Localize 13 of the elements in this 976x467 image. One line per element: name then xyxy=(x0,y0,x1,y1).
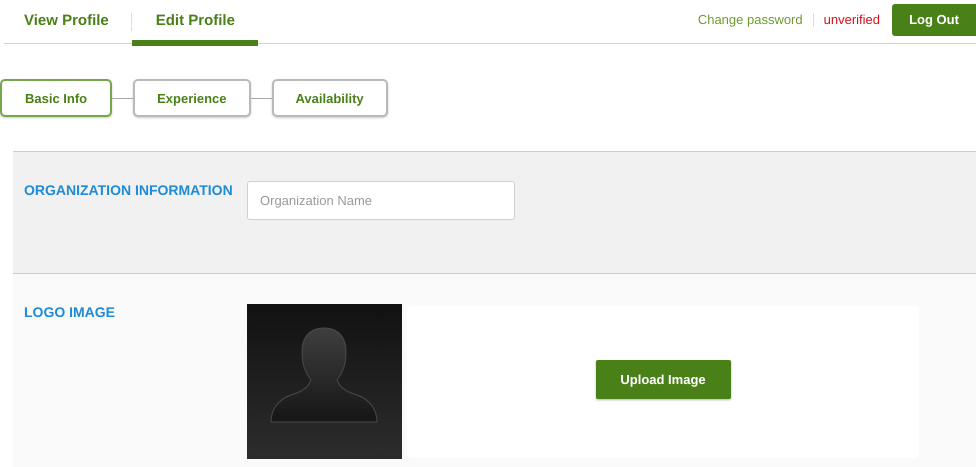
step-tab[interactable]: Availability xyxy=(272,79,388,117)
step-tab[interactable]: Basic Info xyxy=(0,79,112,117)
profile-tab[interactable]: View Profile xyxy=(4,0,131,46)
verification-status: unverified xyxy=(824,12,880,27)
step-tab[interactable]: Experience xyxy=(133,79,250,117)
change-password-link[interactable]: Change password xyxy=(698,12,803,27)
section-heading: ORGANIZATION INFORMATION xyxy=(23,181,234,200)
section-heading: LOGO IMAGE xyxy=(23,303,116,322)
upload-image-button[interactable]: Upload Image xyxy=(596,360,730,398)
profile-tab[interactable]: Edit Profile xyxy=(132,0,258,46)
logout-button[interactable]: Log Out xyxy=(892,4,976,36)
person-silhouette-icon xyxy=(247,304,402,459)
organization-name-field[interactable]: Organization Name xyxy=(247,181,515,220)
